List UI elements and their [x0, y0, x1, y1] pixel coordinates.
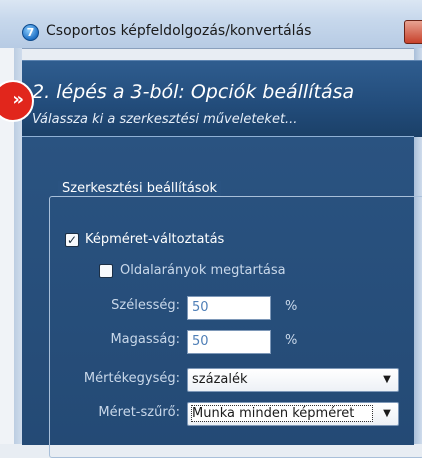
- unit-select-value: százalék: [192, 372, 248, 387]
- height-input[interactable]: 50: [187, 330, 271, 354]
- chevron-down-icon: ▼: [383, 408, 391, 419]
- title-bar: 7 Csoportos képfeldolgozás/konvertálás: [0, 0, 422, 49]
- app-icon: 7: [22, 24, 39, 41]
- height-unit: %: [285, 333, 298, 348]
- filter-select-value: Munka minden képméret: [191, 405, 373, 422]
- step-title: 2. lépés a 3-ból: Opciók beállítása: [32, 81, 355, 103]
- close-button[interactable]: [404, 20, 422, 44]
- wizard-header: 2. lépés a 3-ból: Opciók beállítása Vála…: [22, 60, 422, 137]
- chevron-down-icon: ▼: [383, 374, 391, 385]
- keep-aspect-checkbox[interactable]: [99, 264, 113, 278]
- height-label: Magasság:: [110, 332, 180, 347]
- group-legend: Szerkesztési beállítások: [58, 181, 222, 196]
- resize-checkbox[interactable]: ✓: [65, 233, 79, 247]
- unit-label: Mértékegység:: [83, 371, 180, 386]
- step-subtitle: Válassza ki a szerkesztési műveleteket..…: [32, 112, 298, 127]
- resize-checkbox-label[interactable]: Képméret-változtatás: [85, 232, 224, 247]
- width-label: Szélesség:: [111, 298, 180, 313]
- width-input[interactable]: 50: [187, 296, 271, 320]
- keep-aspect-checkbox-label[interactable]: Oldalarányok megtartása: [120, 263, 286, 278]
- filter-select[interactable]: Munka minden képméret ▼: [187, 402, 399, 426]
- window-title: Csoportos képfeldolgozás/konvertálás: [46, 23, 312, 39]
- filter-label: Méret-szűrő:: [98, 405, 180, 420]
- unit-select[interactable]: százalék ▼: [187, 368, 399, 392]
- width-unit: %: [285, 299, 298, 314]
